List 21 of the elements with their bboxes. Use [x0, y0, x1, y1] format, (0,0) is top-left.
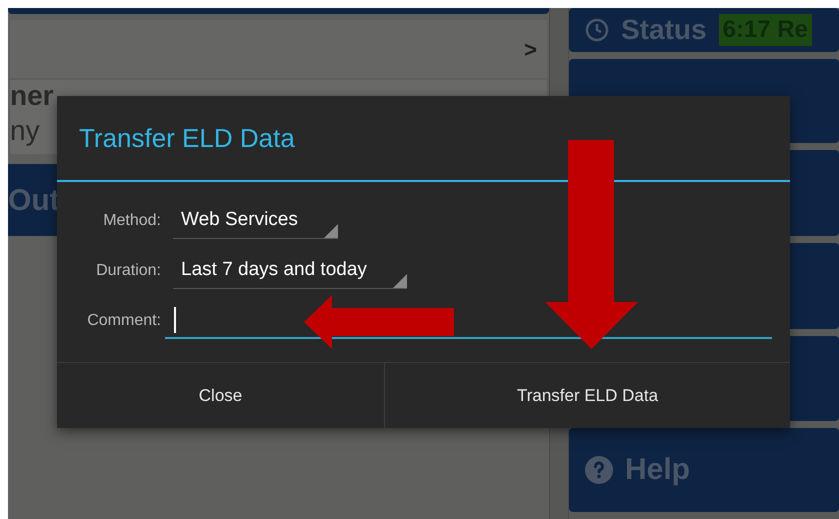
field-label: Method:: [102, 211, 161, 231]
dropdown[interactable]: Last 7 days and today: [173, 253, 407, 289]
dropdown-corner-icon: [324, 224, 338, 238]
chevron-text: >: [524, 36, 537, 64]
help-icon: [585, 456, 613, 484]
dropdown-corner-icon: [392, 274, 407, 288]
company-text: ny: [10, 114, 40, 148]
help-label: Help: [625, 455, 690, 486]
field-label: Comment:: [86, 311, 161, 331]
field-label: Duration:: [95, 261, 161, 281]
dialog-title: Transfer ELD Data: [79, 122, 295, 154]
dropdown[interactable]: Web Services: [173, 203, 338, 239]
arrow-icon: [304, 295, 454, 349]
text-cursor: [174, 307, 176, 333]
driver-name: ner: [10, 79, 54, 113]
status-label: Status: [621, 16, 707, 44]
dialog-button[interactable]: Close: [57, 363, 385, 428]
arrow-icon: [545, 140, 638, 349]
dialog-button[interactable]: Transfer ELD Data: [385, 363, 790, 428]
action-label: Out: [8, 182, 60, 218]
clock-icon: [585, 18, 609, 42]
